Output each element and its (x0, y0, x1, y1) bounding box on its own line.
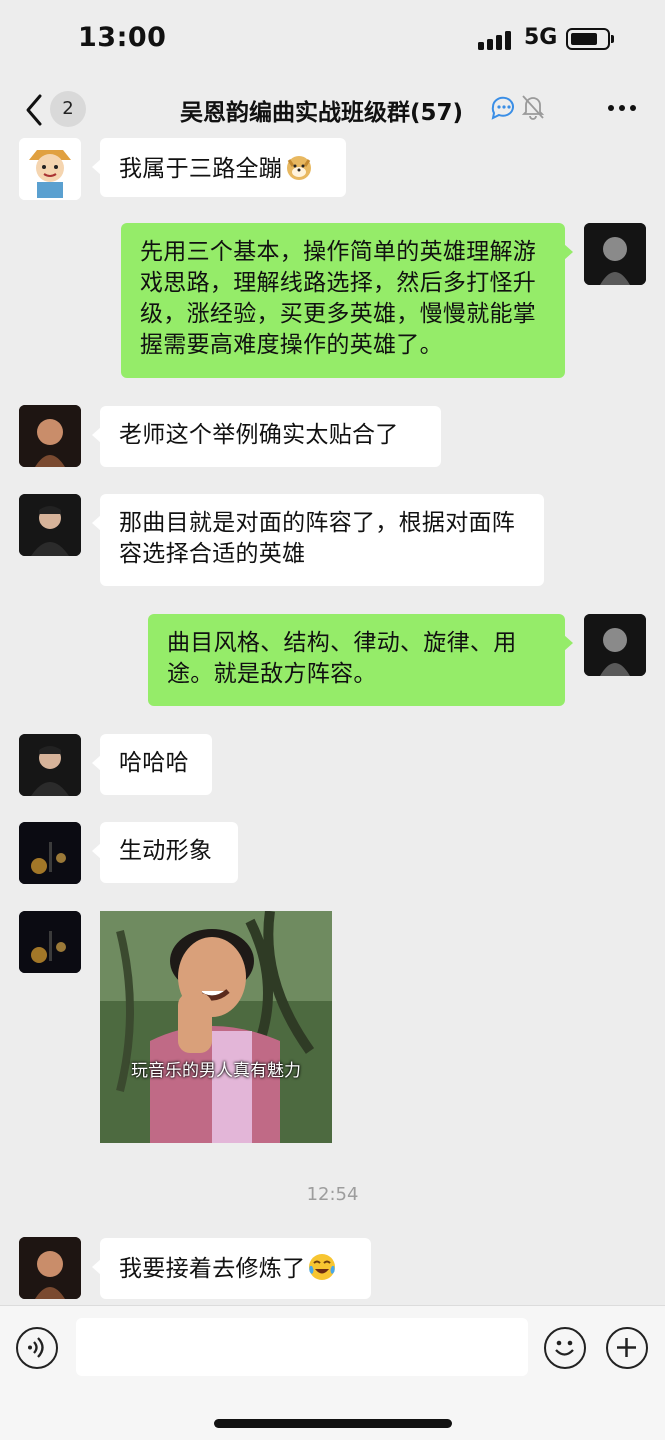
message-bubble[interactable]: 先用三个基本，操作简单的英雄理解游戏思路，理解线路选择，然后多打怪升级，涨经验，… (121, 223, 573, 378)
network-type: 5G (524, 25, 558, 50)
message-bubble[interactable]: 我属于三路全蹦 (92, 138, 346, 197)
dark-portrait-avatar-icon (584, 614, 646, 676)
message-input[interactable] (76, 1318, 528, 1376)
message-text: 先用三个基本，操作简单的英雄理解游戏思路，理解线路选择，然后多打怪升级，涨经验，… (140, 239, 537, 358)
chat-header: 2 吴恩韵编曲实战班级群(57) (0, 80, 665, 140)
avatar[interactable] (19, 494, 81, 556)
voice-wave-icon (28, 1337, 44, 1358)
man-avatar-icon (19, 734, 81, 796)
signal-icon (478, 30, 514, 50)
message-text: 生动形象 (119, 838, 213, 864)
unread-count-badge[interactable]: 2 (50, 91, 86, 127)
more-functions-button[interactable] (606, 1327, 648, 1369)
home-indicator (214, 1419, 452, 1428)
avatar[interactable] (19, 734, 81, 796)
message-text: 我属于三路全蹦 (119, 156, 283, 182)
input-bar (0, 1305, 665, 1440)
dark-portrait-avatar-icon (584, 223, 646, 285)
status-time: 13:00 (78, 22, 167, 53)
face-avatar-icon (19, 1237, 81, 1299)
message-bubble[interactable]: 老师这个举例确实太贴合了 (92, 406, 441, 467)
message-bubble[interactable]: 我要接着去修炼了 (92, 1238, 371, 1299)
mute-bell-icon (521, 95, 545, 120)
avatar[interactable] (19, 1237, 81, 1299)
message-bubble[interactable]: 那曲目就是对面的阵容了，根据对面阵容选择合适的英雄 (92, 494, 544, 586)
doge-emoji-icon (287, 156, 312, 180)
chat-title: 吴恩韵编曲实战班级群(57) (180, 100, 464, 126)
avatar[interactable] (19, 138, 81, 200)
plus-icon (617, 1338, 636, 1357)
message-text: 我要接着去修炼了 (119, 1256, 306, 1282)
face-avatar-icon (19, 405, 81, 467)
voice-input-button[interactable] (16, 1327, 58, 1369)
thumbs-up-woman-image (100, 911, 332, 1143)
smiley-icon (555, 1340, 574, 1356)
emoji-button[interactable] (544, 1327, 586, 1369)
battery-icon (566, 28, 614, 50)
sticker-image[interactable]: 玩音乐的男人真有魅力 (100, 911, 332, 1143)
message-bubble[interactable]: 生动形象 (92, 822, 238, 883)
time-divider: 12:54 (306, 1184, 359, 1205)
night-scene-avatar-icon (19, 911, 81, 973)
avatar[interactable] (584, 223, 646, 285)
avatar[interactable] (19, 405, 81, 467)
message-text: 哈哈哈 (119, 750, 189, 776)
avatar[interactable] (584, 614, 646, 676)
more-options-icon[interactable] (608, 105, 638, 113)
message-text: 老师这个举例确实太贴合了 (119, 422, 399, 448)
group-chat-icon (491, 96, 514, 120)
night-scene-avatar-icon (19, 822, 81, 884)
back-icon[interactable] (22, 92, 48, 128)
avatar[interactable] (19, 911, 81, 973)
status-bar: 13:00 5G (0, 0, 665, 80)
cartoon-avatar-icon (19, 138, 81, 200)
message-bubble[interactable]: 哈哈哈 (92, 734, 212, 795)
man-avatar-icon (19, 494, 81, 556)
image-caption: 玩音乐的男人真有魅力 (131, 1061, 301, 1081)
message-bubble[interactable]: 曲目风格、结构、律动、旋律、用途。就是敌方阵容。 (148, 614, 573, 706)
laughing-tears-emoji-icon (309, 1254, 336, 1280)
avatar[interactable] (19, 822, 81, 884)
message-text: 那曲目就是对面的阵容了，根据对面阵容选择合适的英雄 (119, 510, 516, 567)
message-text: 曲目风格、结构、律动、旋律、用途。就是敌方阵容。 (167, 630, 517, 687)
